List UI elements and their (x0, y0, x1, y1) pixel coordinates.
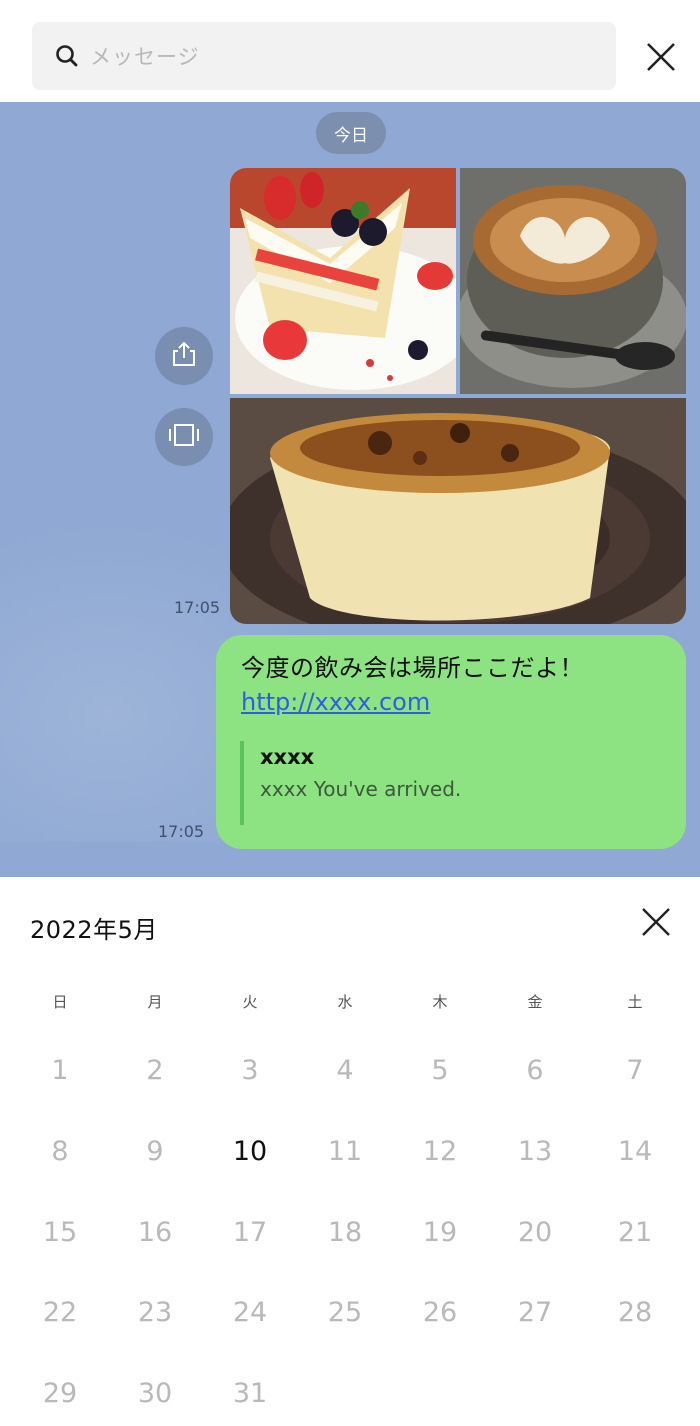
calendar-day[interactable]: 15 (30, 1217, 90, 1248)
calendar-day-today[interactable]: 10 (220, 1136, 280, 1167)
header: メッセージ (0, 0, 700, 102)
photo-strawberry-shortcake[interactable] (230, 168, 456, 394)
calendar-day[interactable]: 20 (505, 1217, 565, 1248)
search-placeholder: メッセージ (90, 45, 200, 69)
calendar-day[interactable]: 5 (410, 1055, 470, 1086)
calendar-day[interactable]: 21 (605, 1217, 665, 1248)
calendar-day[interactable]: 28 (605, 1297, 665, 1328)
weekday-label: 木 (432, 993, 448, 1011)
message-text: 今度の飲み会は場所ここだよ！ (241, 654, 584, 682)
calendar-day[interactable]: 4 (315, 1055, 375, 1086)
share-button[interactable] (155, 327, 213, 385)
link-preview[interactable]: xxxx xxxx You've arrived. (240, 741, 660, 825)
close-icon[interactable] (640, 36, 682, 78)
calendar-day[interactable]: 12 (410, 1136, 470, 1167)
calendar-month-title: 2022年5月 (30, 916, 158, 944)
weekday-label: 水 (337, 993, 353, 1011)
calendar-day[interactable]: 30 (125, 1378, 185, 1409)
calendar-day[interactable]: 25 (315, 1297, 375, 1328)
message-time: 17:05 (158, 822, 205, 841)
chat-area[interactable]: 今日 17:05 今度の飲み会は場所ここだよ！ http://xxxx.com … (0, 102, 700, 877)
date-picker-calendar: 2022年5月 日月火水木金土 1 2 3 4 5 6 7 8 9 10 11 12 13 14 15 16 17… (0, 877, 700, 1426)
calendar-day[interactable]: 22 (30, 1297, 90, 1328)
calendar-day[interactable]: 6 (505, 1055, 565, 1086)
slideshow-button[interactable] (155, 408, 213, 466)
calendar-day[interactable]: 11 (315, 1136, 375, 1167)
message-link[interactable]: http://xxxx.com (241, 685, 430, 719)
calendar-day[interactable]: 31 (220, 1378, 280, 1409)
photo-latte[interactable] (460, 168, 686, 394)
calendar-day[interactable]: 26 (410, 1297, 470, 1328)
calendar-day[interactable]: 3 (220, 1055, 280, 1086)
calendar-day[interactable]: 18 (315, 1217, 375, 1248)
link-preview-title: xxxx (260, 745, 315, 769)
weekday-label: 月 (147, 993, 163, 1011)
photo-grid-message[interactable] (230, 168, 686, 624)
weekday-label: 金 (527, 993, 543, 1011)
calendar-day[interactable]: 19 (410, 1217, 470, 1248)
photo-creme-brulee-tart[interactable] (230, 398, 686, 624)
date-chip: 今日 (316, 112, 386, 154)
calendar-day[interactable]: 23 (125, 1297, 185, 1328)
message-bubble[interactable]: 今度の飲み会は場所ここだよ！ http://xxxx.com xxxx xxxx… (216, 635, 686, 849)
calendar-day[interactable]: 17 (220, 1217, 280, 1248)
calendar-day[interactable]: 27 (505, 1297, 565, 1328)
close-icon[interactable] (638, 904, 674, 940)
calendar-day[interactable]: 7 (605, 1055, 665, 1086)
weekday-label: 火 (242, 993, 258, 1011)
share-icon (169, 339, 199, 373)
calendar-day[interactable]: 14 (605, 1136, 665, 1167)
weekday-label: 日 (52, 993, 68, 1011)
slideshow-icon (167, 420, 201, 454)
calendar-day[interactable]: 2 (125, 1055, 185, 1086)
search-input[interactable]: メッセージ (32, 22, 616, 90)
calendar-day[interactable]: 1 (30, 1055, 90, 1086)
search-icon (54, 43, 80, 69)
calendar-day[interactable]: 8 (30, 1136, 90, 1167)
link-preview-description: xxxx You've arrived. (260, 777, 462, 801)
calendar-day[interactable]: 13 (505, 1136, 565, 1167)
calendar-day[interactable]: 29 (30, 1378, 90, 1409)
message-time: 17:05 (174, 598, 221, 617)
calendar-day[interactable]: 9 (125, 1136, 185, 1167)
calendar-day[interactable]: 24 (220, 1297, 280, 1328)
calendar-day[interactable]: 16 (125, 1217, 185, 1248)
weekday-label: 土 (627, 993, 643, 1011)
